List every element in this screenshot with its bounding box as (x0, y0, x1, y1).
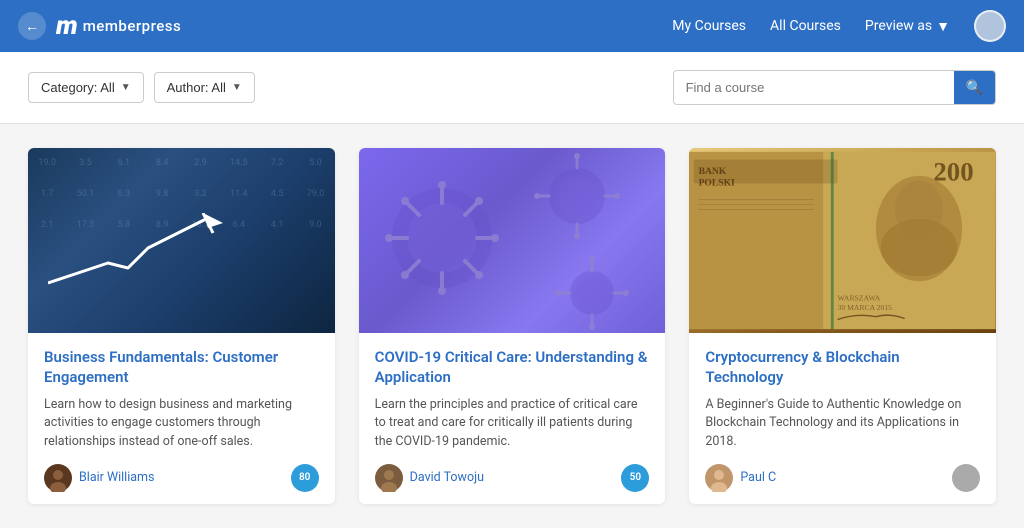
lesson-count-business: 80 (291, 464, 319, 492)
search-icon: 🔍 (966, 79, 983, 96)
course-thumb-business: 19.0 3.5 6.1 8.4 2.9 14.5 7.2 5.0 1.7 50… (28, 148, 335, 333)
svg-text:30 MARCA 2015: 30 MARCA 2015 (838, 303, 893, 312)
logo-m-icon: m (56, 11, 77, 41)
svg-text:BANK: BANK (699, 166, 727, 177)
avatar-circle (974, 10, 1006, 42)
author-wrap-crypto: Paul C (705, 464, 776, 492)
author-avatar-business (44, 464, 72, 492)
author-name-covid[interactable]: David Towoju (410, 470, 484, 485)
top-header: ← m memberpress My Courses All Courses P… (0, 0, 1024, 52)
finance-chart-icon (48, 213, 248, 303)
course-card-business: 19.0 3.5 6.1 8.4 2.9 14.5 7.2 5.0 1.7 50… (28, 148, 335, 504)
author-wrap-covid: David Towoju (375, 464, 484, 492)
course-footer-covid: David Towoju 50 (375, 464, 650, 492)
filters-left: Category: All ▼ Author: All ▼ (28, 72, 255, 103)
user-avatar[interactable] (974, 10, 1006, 42)
filters-bar: Category: All ▼ Author: All ▼ 🔍 (0, 52, 1024, 124)
course-card-covid: COVID-19 Critical Care: Understanding & … (359, 148, 666, 504)
course-desc-crypto: A Beginner's Guide to Authentic Knowledg… (705, 396, 980, 452)
author-name-crypto[interactable]: Paul C (740, 470, 776, 485)
lesson-count-crypto (952, 464, 980, 492)
course-body-business: Business Fundamentals: Customer Engageme… (28, 333, 335, 504)
course-title-business[interactable]: Business Fundamentals: Customer Engageme… (44, 347, 319, 388)
logo-text: memberpress (83, 17, 182, 35)
author-filter[interactable]: Author: All ▼ (154, 72, 255, 103)
course-thumb-covid (359, 148, 666, 333)
back-button[interactable]: ← (18, 12, 46, 40)
author-label: Author: All (167, 80, 226, 95)
banknote-icon: BANK POLSKI 200 WARSZAWA (689, 148, 996, 333)
author-name-business[interactable]: Blair Williams (79, 470, 154, 485)
svg-text:WARSZAWA: WARSZAWA (838, 293, 881, 302)
course-thumb-crypto: BANK POLSKI 200 WARSZAWA (689, 148, 996, 333)
search-bar: 🔍 (673, 70, 996, 105)
logo: m memberpress (56, 11, 181, 41)
my-courses-link[interactable]: My Courses (672, 18, 746, 34)
course-body-covid: COVID-19 Critical Care: Understanding & … (359, 333, 666, 504)
preview-as-label: Preview as (865, 18, 932, 34)
crypto-thumbnail: BANK POLSKI 200 WARSZAWA (689, 148, 996, 333)
course-footer-business: Blair Williams 80 (44, 464, 319, 492)
finance-thumbnail: 19.0 3.5 6.1 8.4 2.9 14.5 7.2 5.0 1.7 50… (28, 148, 335, 333)
course-desc-business: Learn how to design business and marketi… (44, 396, 319, 452)
header-left: ← m memberpress (18, 11, 181, 41)
search-input[interactable] (674, 72, 954, 103)
author-avatar-crypto (705, 464, 733, 492)
preview-as-chevron-icon: ▼ (936, 18, 950, 35)
category-chevron-icon: ▼ (121, 82, 131, 93)
header-nav: My Courses All Courses Preview as ▼ (672, 10, 1006, 42)
course-title-covid[interactable]: COVID-19 Critical Care: Understanding & … (375, 347, 650, 388)
search-button[interactable]: 🔍 (954, 71, 995, 104)
covid-thumbnail (359, 148, 666, 333)
preview-as-dropdown[interactable]: Preview as ▼ (865, 18, 950, 35)
course-grid: 19.0 3.5 6.1 8.4 2.9 14.5 7.2 5.0 1.7 50… (0, 124, 1024, 528)
virus-icon (362, 148, 662, 333)
category-filter[interactable]: Category: All ▼ (28, 72, 144, 103)
course-footer-crypto: Paul C (705, 464, 980, 492)
crypto-bg: BANK POLSKI 200 WARSZAWA (689, 148, 996, 333)
svg-text:POLSKI: POLSKI (699, 177, 735, 188)
course-title-crypto[interactable]: Cryptocurrency & Blockchain Technology (705, 347, 980, 388)
course-body-crypto: Cryptocurrency & Blockchain Technology A… (689, 333, 996, 504)
author-avatar-covid (375, 464, 403, 492)
category-label: Category: All (41, 80, 115, 95)
course-card-crypto: BANK POLSKI 200 WARSZAWA (689, 148, 996, 504)
course-desc-covid: Learn the principles and practice of cri… (375, 396, 650, 452)
author-wrap-business: Blair Williams (44, 464, 154, 492)
all-courses-link[interactable]: All Courses (770, 18, 841, 34)
lesson-count-covid: 50 (621, 464, 649, 492)
author-chevron-icon: ▼ (232, 82, 242, 93)
